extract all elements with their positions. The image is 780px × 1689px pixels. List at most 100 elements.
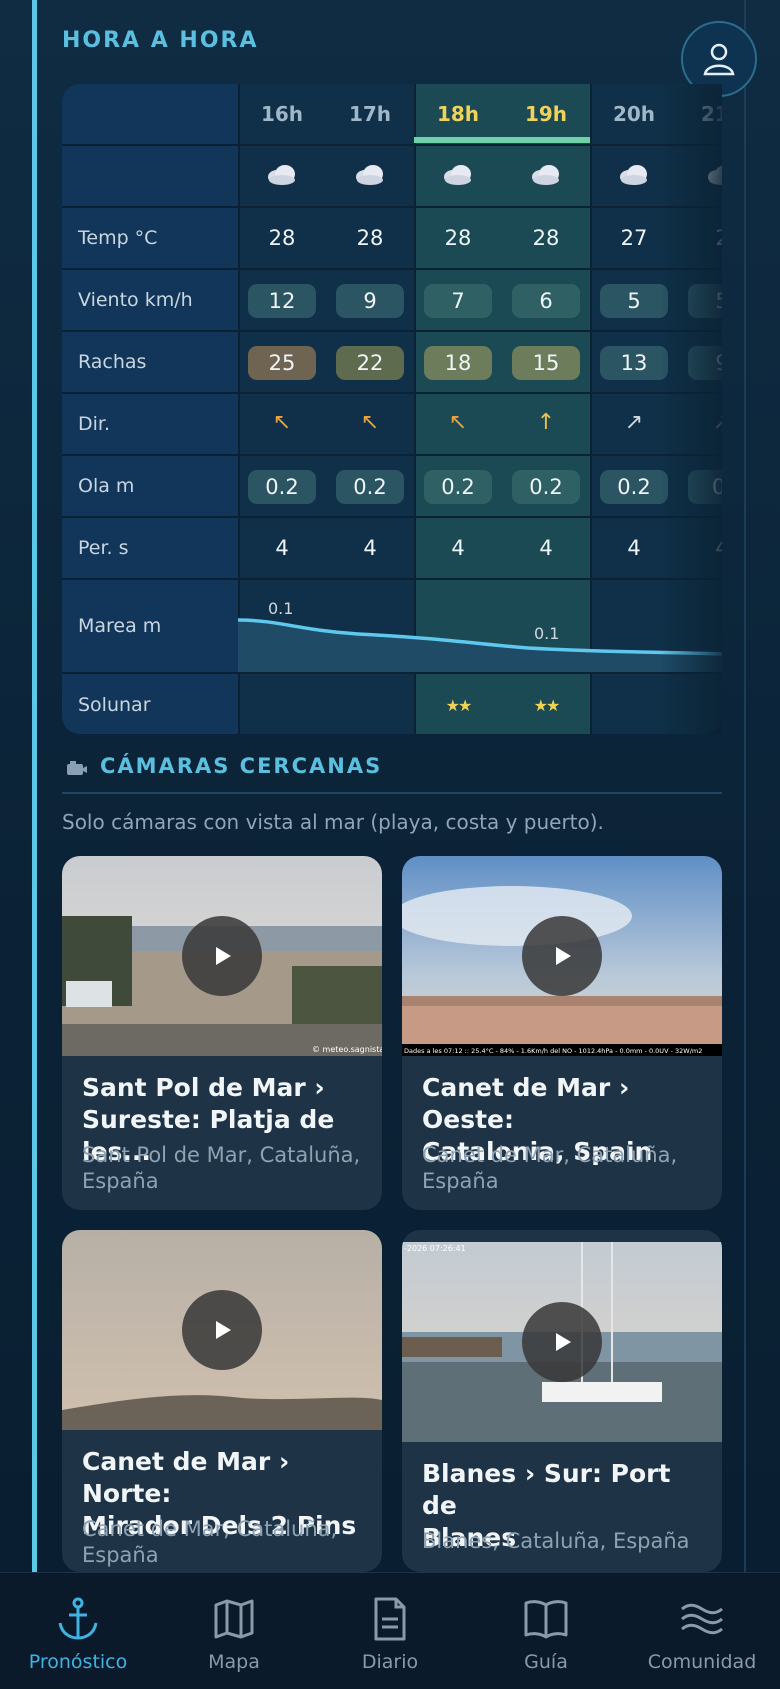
nav-item-forecast[interactable]: Pronóstico — [0, 1573, 156, 1689]
section-title: HORA A HORA — [62, 28, 259, 53]
wind-chip: 5 — [600, 284, 668, 318]
wave-chip: 0.2 — [248, 470, 316, 504]
play-icon — [216, 1321, 231, 1339]
play-icon — [556, 947, 571, 965]
nav-item-community[interactable]: Comunidad — [624, 1573, 780, 1689]
wind-chip: 9 — [336, 284, 404, 318]
nav-item-diary[interactable]: Diario — [312, 1573, 468, 1689]
row-label-solunar: Solunar — [78, 694, 151, 716]
nav-label: Pronóstico — [28, 1651, 128, 1673]
nav-label: Guía — [524, 1651, 568, 1673]
camera-location: Sant Pol de Mar, Cataluña, España — [82, 1143, 361, 1193]
thumbnail-overlay: -2026 07:26:41 — [404, 1244, 466, 1253]
camera-card[interactable]: -2026 07:26:41 Blanes › Sur: Port de Blan… — [402, 1230, 722, 1572]
play-button[interactable] — [182, 916, 262, 996]
wave-chip: 0.2 — [600, 470, 668, 504]
row-divider — [62, 268, 722, 270]
cloud-icon — [532, 165, 559, 185]
hour-label[interactable]: 17h — [326, 102, 414, 126]
wind-chip: 12 — [248, 284, 316, 318]
wind-chip: 7 — [424, 284, 492, 318]
wave-chip: 0.2 — [512, 470, 580, 504]
temp-value: 28 — [444, 226, 472, 250]
nav-label: Comunidad — [647, 1651, 757, 1673]
row-divider — [62, 516, 722, 518]
hourly-table: 16h 17h 18h 19h 20h 21h Temp °C 28 28 28… — [62, 84, 722, 734]
gust-chip: 22 — [336, 346, 404, 380]
row-divider — [62, 206, 722, 208]
cameras-note: Solo cámaras con vista al mar (playa, co… — [62, 810, 604, 834]
camera-icon — [67, 761, 87, 775]
gust-chip: 15 — [512, 346, 580, 380]
row-divider — [62, 672, 722, 674]
play-button[interactable] — [522, 1302, 602, 1382]
cloud-icon — [268, 165, 295, 185]
camera-card[interactable]: © meteo.sagnista Sant Pol de Mar › Surest… — [62, 856, 382, 1210]
document-icon — [374, 1597, 406, 1641]
hour-label[interactable]: 16h — [238, 102, 326, 126]
solunar-stars-icon: ★★ — [445, 696, 473, 715]
bottom-nav: Pronóstico Mapa Diario Guía Comunidad — [0, 1572, 780, 1689]
solunar-stars-icon: ★★ — [533, 696, 561, 715]
cloud-icon — [620, 165, 647, 185]
wave-chip: 0.2 — [424, 470, 492, 504]
wind-direction-arrow-icon: ↖ — [360, 410, 380, 435]
page: HORA A HORA 16h 17h 18h 19h 20h 21h — [0, 0, 780, 1572]
play-icon — [216, 947, 231, 965]
temp-value: 28 — [356, 226, 384, 250]
row-divider — [62, 454, 722, 456]
camera-location: Canet de Mar, Cataluña, España — [422, 1143, 678, 1193]
accent-rail — [32, 0, 37, 1572]
tide-label: 0.1 — [268, 599, 294, 618]
row-divider — [62, 144, 722, 146]
hour-label[interactable]: 18h — [414, 102, 502, 126]
cameras-title: CÁMARAS CERCANAS — [100, 754, 383, 778]
nav-label: Mapa — [208, 1651, 260, 1673]
thumbnail-watermark: © meteo.sagnista — [312, 1045, 382, 1054]
row-label-gusts: Rachas — [78, 351, 147, 373]
play-button[interactable] — [522, 916, 602, 996]
nav-item-guide[interactable]: Guía — [468, 1573, 624, 1689]
user-icon — [703, 43, 735, 76]
waves-icon — [681, 1603, 723, 1635]
camera-card[interactable]: Canet de Mar › Norte: Mirador Dels 2 Pins… — [62, 1230, 382, 1572]
row-divider — [62, 392, 722, 394]
thumbnail-overlay: Dades a les 07:12 :: 25.4°C - 84% - 1.6K… — [404, 1047, 702, 1055]
row-label-wave: Ola m — [78, 475, 135, 497]
scroll-fade — [660, 84, 722, 734]
cloud-icon — [356, 165, 383, 185]
map-icon — [214, 1599, 254, 1639]
cameras-header: CÁMARAS CERCANAS — [62, 748, 722, 794]
period-value: 4 — [451, 536, 465, 560]
anchor-icon — [58, 1597, 98, 1640]
row-divider — [62, 330, 722, 332]
tide-label: 0.1 — [534, 624, 560, 643]
panel-edge — [744, 0, 746, 1572]
row-label-tide: Marea m — [78, 615, 162, 637]
temp-value: 28 — [268, 226, 296, 250]
cloud-icon — [444, 165, 471, 185]
temp-value: 28 — [532, 226, 560, 250]
wind-direction-arrow-icon: ↑ — [536, 410, 556, 435]
period-value: 4 — [275, 536, 289, 560]
hour-label[interactable]: 19h — [502, 102, 590, 126]
play-button[interactable] — [182, 1290, 262, 1370]
row-label-temp: Temp °C — [78, 227, 158, 249]
tide-curve — [238, 618, 722, 672]
camera-location: Blanes, Cataluña, España — [422, 1529, 690, 1553]
row-label-wind: Viento km/h — [78, 289, 193, 311]
wind-direction-arrow-icon: ↖ — [272, 410, 292, 435]
current-hour-indicator — [414, 137, 590, 143]
period-value: 4 — [363, 536, 377, 560]
wind-direction-arrow-icon: ↖ — [448, 410, 468, 435]
wind-chip: 6 — [512, 284, 580, 318]
nav-label: Diario — [361, 1651, 419, 1673]
gust-chip: 25 — [248, 346, 316, 380]
nav-item-map[interactable]: Mapa — [156, 1573, 312, 1689]
play-icon — [556, 1333, 571, 1351]
camera-location: Canet de Mar, Cataluña, España — [82, 1517, 338, 1567]
wave-chip: 0.2 — [336, 470, 404, 504]
gust-chip: 18 — [424, 346, 492, 380]
period-value: 4 — [539, 536, 553, 560]
camera-card[interactable]: Dades a les 07:12 :: 25.4°C - 84% - 1.6K… — [402, 856, 722, 1210]
